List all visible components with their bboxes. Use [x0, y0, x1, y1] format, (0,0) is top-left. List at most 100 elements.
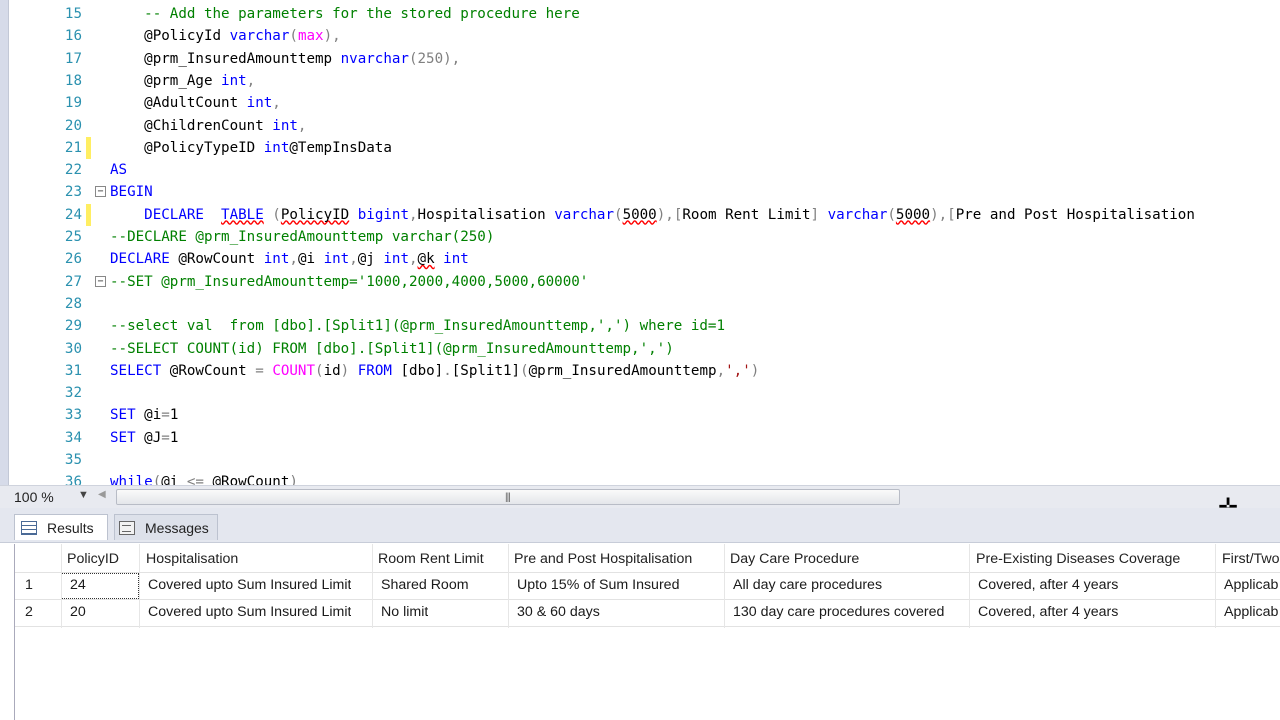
- code-token: int: [263, 251, 290, 268]
- code-token: SET: [110, 429, 145, 446]
- line-number: 31: [64, 362, 82, 379]
- table-cell[interactable]: 20: [70, 599, 86, 625]
- code-text: DECLARE TABLE (PolicyID bigint,Hospitali…: [110, 204, 1195, 226]
- code-token: COUNT: [272, 362, 316, 379]
- code-line[interactable]: 26 DECLARE @RowCount int,@i int,@j int,@k…: [0, 248, 1280, 270]
- table-cell[interactable]: 24: [70, 572, 86, 598]
- column-header-pre-existing-diseases[interactable]: Pre-Existing Diseases Coverage: [976, 546, 1180, 572]
- code-token: ,: [297, 117, 307, 134]
- code-text: BEGIN: [110, 181, 153, 203]
- code-token: [dbo]: [400, 362, 444, 379]
- code-line[interactable]: 22 AS: [0, 159, 1280, 181]
- collapse-toggle-icon[interactable]: −: [95, 186, 106, 198]
- table-cell[interactable]: Covered upto Sum Insured Limit: [148, 572, 351, 598]
- table-cell[interactable]: Covered, after 4 years: [978, 572, 1118, 598]
- table-cell[interactable]: Applicab: [1224, 599, 1278, 625]
- code-token: (: [289, 28, 298, 45]
- code-token: --DECLARE @prm_InsuredAmounttemp varchar…: [110, 229, 495, 245]
- code-line[interactable]: 30 --SELECT COUNT(id) FROM [dbo].[Split1]…: [0, 338, 1280, 360]
- code-token: 5000: [622, 206, 657, 223]
- change-marker: [86, 136, 91, 159]
- code-line[interactable]: 17 @prm_InsuredAmounttemp nvarchar(250),: [0, 48, 1280, 70]
- query-editor[interactable]: 15 -- Add the parameters for the stored …: [0, 0, 1280, 485]
- results-grid[interactable]: PolicyID Hospitalisation Room Rent Limit…: [14, 544, 1280, 720]
- code-token: BEGIN: [110, 184, 153, 201]
- grid-line: [139, 544, 140, 628]
- code-line[interactable]: 35: [0, 449, 1280, 471]
- code-line[interactable]: 21 @PolicyTypeID int@TempInsData: [0, 136, 1280, 159]
- code-text: --SET @prm_InsuredAmounttemp='1000,2000,…: [110, 271, 588, 293]
- code-token: --SET @prm_InsuredAmounttemp='1000,2000,…: [110, 273, 589, 290]
- code-line[interactable]: 25 --DECLARE @prm_InsuredAmounttemp varch…: [0, 226, 1280, 248]
- table-cell[interactable]: Upto 15% of Sum Insured: [517, 572, 679, 598]
- code-token: <=: [186, 474, 213, 485]
- code-token: int: [383, 251, 409, 268]
- messages-icon: [119, 520, 135, 535]
- code-line[interactable]: 19 @AdultCount int,: [0, 92, 1280, 114]
- code-line[interactable]: 34 SET @J=1: [0, 427, 1280, 449]
- code-token: varchar: [554, 206, 615, 223]
- line-number: 25: [64, 229, 82, 245]
- code-line[interactable]: 15 -- Add the parameters for the stored …: [0, 3, 1280, 25]
- code-line[interactable]: 28: [0, 293, 1280, 315]
- scrollbar-thumb[interactable]: |||: [117, 490, 899, 504]
- line-number: 23: [64, 184, 82, 201]
- line-number: 16: [64, 28, 82, 45]
- table-cell[interactable]: 30 & 60 days: [517, 599, 600, 625]
- grid-line: [15, 626, 1280, 627]
- code-token: @TempInsData: [289, 139, 392, 156]
- code-line[interactable]: 29 --select val from [dbo].[Split1](@prm_…: [0, 315, 1280, 337]
- column-header-hospitalisation[interactable]: Hospitalisation: [146, 546, 238, 572]
- code-line[interactable]: 31 SELECT @RowCount = COUNT(id) FROM [dbo…: [0, 360, 1280, 382]
- code-token: (: [263, 206, 281, 223]
- code-line[interactable]: 18 @prm_Age int,: [0, 70, 1280, 92]
- zoom-dropdown-icon[interactable]: ▼: [78, 489, 89, 501]
- code-token: ,: [272, 95, 281, 112]
- code-line[interactable]: 33 SET @i=1: [0, 404, 1280, 426]
- code-line[interactable]: 23 − BEGIN: [0, 181, 1280, 203]
- code-line[interactable]: 16 @PolicyId varchar(max),: [0, 25, 1280, 47]
- line-number: 28: [64, 295, 82, 312]
- line-number: 20: [64, 117, 82, 134]
- line-number: 18: [64, 72, 82, 89]
- column-header-pre-post-hospitalisation[interactable]: Pre and Post Hospitalisation: [514, 546, 692, 572]
- row-number[interactable]: 1: [25, 572, 33, 598]
- column-header-policyid[interactable]: PolicyID: [67, 546, 119, 572]
- table-cell[interactable]: All day care procedures: [733, 572, 882, 598]
- code-token: ,: [349, 251, 358, 268]
- code-token: varchar: [827, 206, 888, 223]
- collapse-toggle-icon[interactable]: −: [95, 275, 106, 287]
- table-cell[interactable]: Covered upto Sum Insured Limit: [148, 599, 351, 625]
- code-token: (: [614, 206, 623, 223]
- code-line[interactable]: 20 @ChildrenCount int,: [0, 115, 1280, 137]
- table-cell[interactable]: 130 day care procedures covered: [733, 599, 944, 625]
- code-token: Hospitalisation: [417, 206, 555, 223]
- code-line[interactable]: 36 while(@i <= @RowCount): [0, 471, 1280, 485]
- code-token: ',': [725, 362, 751, 379]
- code-token: 5000: [895, 206, 931, 223]
- code-token: =: [161, 429, 170, 446]
- code-line[interactable]: 32: [0, 382, 1280, 404]
- column-header-first-two[interactable]: First/Two: [1222, 546, 1280, 572]
- line-number: 22: [64, 162, 82, 179]
- table-cell[interactable]: Applicab: [1224, 572, 1278, 598]
- code-token: =: [255, 362, 273, 379]
- zoom-level[interactable]: 100 %: [14, 489, 54, 505]
- line-number: 15: [64, 6, 82, 22]
- column-header-room-rent-limit[interactable]: Room Rent Limit: [378, 546, 484, 572]
- code-token: ),: [323, 28, 341, 45]
- table-cell[interactable]: Covered, after 4 years: [978, 599, 1118, 625]
- code-token: .: [443, 362, 452, 379]
- results-tab-bar: Results Messages: [0, 508, 1280, 543]
- tab-messages[interactable]: Messages: [114, 514, 218, 540]
- tab-results[interactable]: Results: [14, 514, 108, 540]
- column-header-day-care-procedure[interactable]: Day Care Procedure: [730, 546, 859, 572]
- table-cell[interactable]: Shared Room: [381, 572, 469, 598]
- table-cell[interactable]: No limit: [381, 599, 428, 625]
- horizontal-scrollbar[interactable]: |||: [116, 489, 900, 505]
- scroll-left-arrow-icon[interactable]: ◀: [98, 489, 106, 500]
- row-number[interactable]: 2: [25, 599, 33, 625]
- line-number: 32: [64, 385, 82, 402]
- code-line[interactable]: 24 DECLARE TABLE (PolicyID bigint,Hospit…: [0, 203, 1280, 226]
- code-line[interactable]: 27 − --SET @prm_InsuredAmounttemp='1000,20…: [0, 271, 1280, 293]
